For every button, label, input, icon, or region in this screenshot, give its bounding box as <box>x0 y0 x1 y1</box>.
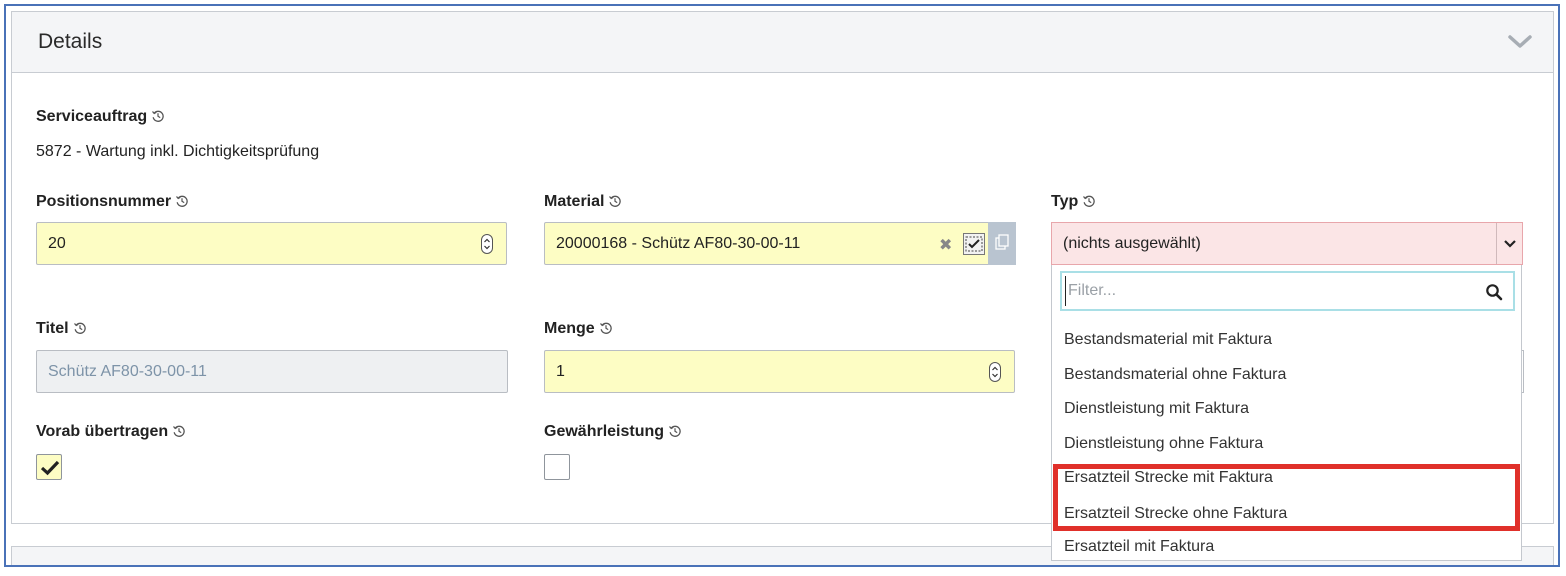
checkmark-icon <box>40 460 60 476</box>
history-icon[interactable] <box>151 109 165 123</box>
typ-option[interactable]: Dienstleistung ohne Faktura <box>1064 435 1263 453</box>
typ-option[interactable]: Bestandsmaterial mit Faktura <box>1064 331 1272 349</box>
serviceauftrag-value: 5872 - Wartung inkl. Dichtigkeitsprüfung <box>36 143 320 160</box>
titel-value: Schütz AF80-30-00-11 <box>48 363 207 380</box>
number-stepper-icon[interactable] <box>989 362 1001 382</box>
panel-header[interactable]: Details <box>12 12 1553 73</box>
titel-label: Titel <box>36 320 87 338</box>
history-icon[interactable] <box>175 194 189 208</box>
typ-select[interactable]: (nichts ausgewählt) <box>1051 222 1523 265</box>
serviceauftrag-label: Serviceauftrag <box>36 108 165 126</box>
positionsnummer-input[interactable]: 20 <box>36 222 507 265</box>
menge-value: 1 <box>556 363 565 380</box>
titel-label-text: Titel <box>36 320 69 337</box>
vorab-label: Vorab übertragen <box>36 423 186 441</box>
material-label-text: Material <box>544 193 605 210</box>
select-list-icon[interactable] <box>963 233 985 255</box>
menge-label-text: Menge <box>544 320 595 337</box>
panel-title: Details <box>38 30 103 53</box>
history-icon[interactable] <box>599 321 613 335</box>
positionsnummer-label-text: Positionsnummer <box>36 193 172 210</box>
highlight-box <box>1053 464 1520 531</box>
menge-label: Menge <box>544 320 613 338</box>
history-icon[interactable] <box>172 424 186 438</box>
typ-option[interactable]: Ersatzteil mit Faktura <box>1064 538 1214 556</box>
typ-selected-value: (nichts ausgewählt) <box>1063 235 1201 252</box>
gewaehrleistung-checkbox[interactable] <box>544 454 570 480</box>
search-icon <box>1486 284 1503 301</box>
copy-icon[interactable] <box>988 222 1016 265</box>
material-input[interactable]: 20000168 - Schütz AF80-30-00-11 ✖ <box>544 222 1016 265</box>
number-stepper-icon[interactable] <box>481 234 493 254</box>
history-icon[interactable] <box>608 194 622 208</box>
typ-label: Typ <box>1051 193 1096 211</box>
positionsnummer-value: 20 <box>48 235 66 252</box>
material-label: Material <box>544 193 622 211</box>
positionsnummer-label: Positionsnummer <box>36 193 189 211</box>
chevron-down-icon[interactable] <box>1507 32 1533 52</box>
typ-label-text: Typ <box>1051 193 1079 210</box>
filter-input[interactable] <box>1065 276 1485 306</box>
titel-input: Schütz AF80-30-00-11 <box>36 350 508 393</box>
clear-icon[interactable]: ✖ <box>939 235 952 255</box>
filter-box <box>1060 271 1515 311</box>
menge-input[interactable]: 1 <box>544 350 1015 393</box>
vorab-label-text: Vorab übertragen <box>36 423 169 440</box>
history-icon[interactable] <box>73 321 87 335</box>
typ-option[interactable]: Bestandsmaterial ohne Faktura <box>1064 366 1286 384</box>
vorab-checkbox[interactable] <box>36 454 62 480</box>
history-icon[interactable] <box>1082 194 1096 208</box>
gewaehrleistung-label: Gewährleistung <box>544 423 682 441</box>
chevron-down-icon[interactable] <box>1496 223 1522 264</box>
typ-option[interactable]: Dienstleistung mit Faktura <box>1064 400 1249 418</box>
material-value: 20000168 - Schütz AF80-30-00-11 <box>556 235 801 252</box>
history-icon[interactable] <box>668 424 682 438</box>
serviceauftrag-label-text: Serviceauftrag <box>36 108 148 125</box>
gewaehrleistung-label-text: Gewährleistung <box>544 423 665 440</box>
